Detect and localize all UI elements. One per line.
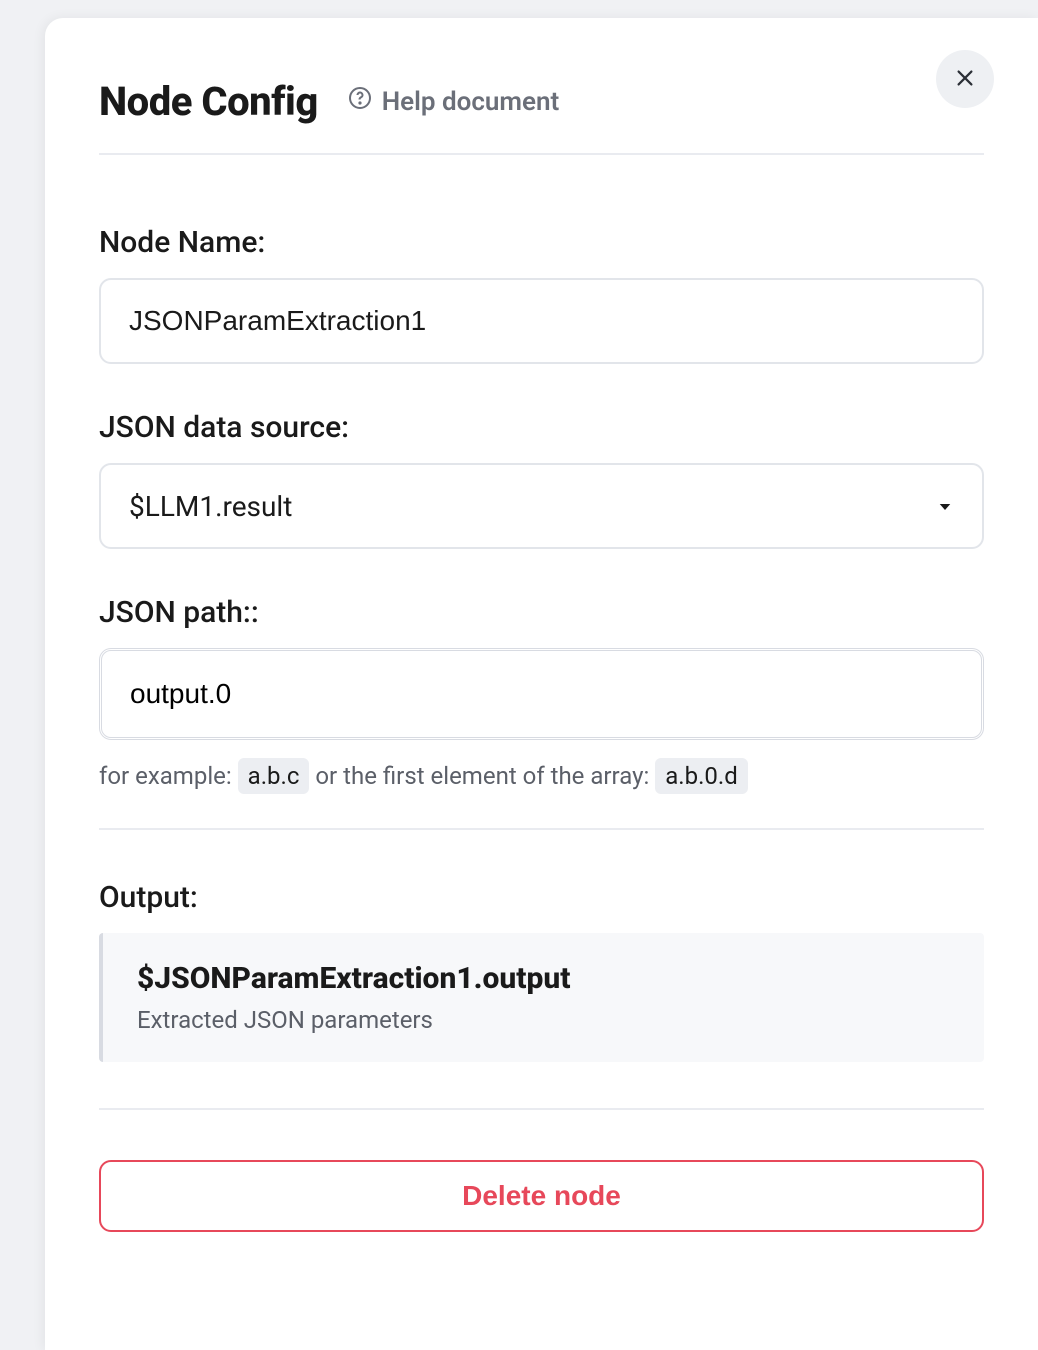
json-path-hint: for example: a.b.c or the first element … (99, 762, 984, 790)
chevron-down-icon (936, 490, 954, 523)
hint-code-2: a.b.0.d (655, 758, 748, 794)
json-source-value: $LLM1.result (129, 490, 292, 523)
json-path-input-wrap (99, 648, 984, 740)
node-config-panel: Node Config Help document Node Name: JSO… (45, 18, 1038, 1350)
hint-code-1: a.b.c (238, 758, 310, 794)
hint-prefix: for example: (99, 762, 232, 790)
hint-mid: or the first element of the array: (315, 762, 649, 790)
json-path-input[interactable] (106, 655, 977, 733)
divider (99, 828, 984, 830)
close-icon (954, 67, 976, 92)
delete-node-button[interactable]: Delete node (99, 1160, 984, 1232)
node-name-input[interactable] (99, 278, 984, 364)
node-name-label: Node Name: (99, 225, 984, 260)
json-source-select[interactable]: $LLM1.result (99, 463, 984, 549)
close-button[interactable] (936, 50, 994, 108)
output-variable: $JSONParamExtraction1.output (137, 961, 950, 996)
divider (99, 1108, 984, 1110)
page-title: Node Config (99, 78, 318, 125)
json-source-label: JSON data source: (99, 410, 984, 445)
divider (99, 153, 984, 155)
help-document-link[interactable]: Help document (348, 86, 560, 117)
help-label: Help document (382, 87, 560, 117)
output-description: Extracted JSON parameters (137, 1006, 950, 1034)
output-card: $JSONParamExtraction1.output Extracted J… (99, 933, 984, 1062)
output-label: Output: (99, 880, 984, 915)
json-path-label: JSON path:: (99, 595, 984, 630)
question-circle-icon (348, 86, 372, 117)
